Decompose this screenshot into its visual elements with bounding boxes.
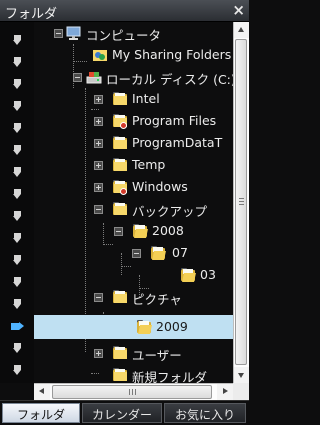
- tree-item-label: ピクチャ: [132, 292, 182, 307]
- vertical-scrollbar[interactable]: [233, 22, 249, 383]
- tree-item-my-sharing-folders[interactable]: My Sharing Folders: [34, 44, 233, 66]
- computer-icon: [66, 25, 82, 41]
- folder-tree[interactable]: コンピュータ My Sharing Folders ローカル ディスク (C:)…: [34, 22, 233, 383]
- row-marker-icon[interactable]: [13, 189, 22, 200]
- expand-icon[interactable]: [94, 161, 103, 170]
- row-marker-icon[interactable]: [13, 35, 22, 46]
- folder-icon: [112, 367, 128, 383]
- scroll-down-icon[interactable]: [234, 367, 249, 383]
- expand-icon[interactable]: [94, 117, 103, 126]
- tree-item-label: Program Files: [132, 113, 217, 128]
- tree-item-label: ユーザー: [132, 348, 182, 363]
- close-icon[interactable]: ×: [232, 1, 245, 19]
- tree-item-label: 03: [200, 267, 216, 282]
- folder-open-icon: [132, 223, 148, 239]
- tree-item-backup[interactable]: バックアップ: [34, 198, 233, 220]
- folder-icon: [112, 157, 128, 173]
- tree-item-label: ローカル ディスク (C:): [106, 72, 233, 87]
- horizontal-scrollbar[interactable]: [34, 383, 233, 400]
- folder-icon: [112, 91, 128, 107]
- tree-item-label: 2008: [152, 223, 184, 238]
- folder-restricted-icon: [112, 179, 128, 195]
- tree-item-label: 新規フォルダ: [132, 370, 208, 383]
- tree-item-label: バックアップ: [132, 204, 208, 219]
- row-marker-gutter: [0, 22, 34, 383]
- expand-icon[interactable]: [94, 349, 103, 358]
- row-marker-icon[interactable]: [13, 299, 22, 310]
- row-marker-icon[interactable]: [13, 101, 22, 112]
- folder-icon: [112, 135, 128, 151]
- tree-item-pictures[interactable]: ピクチャ: [34, 286, 233, 308]
- tree-item-label: ProgramDataT: [132, 135, 223, 150]
- row-marker-icon[interactable]: [13, 211, 22, 222]
- horizontal-scroll-thumb[interactable]: [52, 385, 212, 399]
- tree-item-2009[interactable]: 2009: [34, 315, 233, 339]
- tree-item-computer[interactable]: コンピュータ: [34, 22, 233, 44]
- tree-item-label: Temp: [132, 157, 166, 172]
- expand-icon[interactable]: [94, 95, 103, 104]
- panel-title: フォルダ: [5, 7, 58, 22]
- drive-icon: [86, 69, 102, 85]
- collapse-icon[interactable]: [54, 29, 63, 38]
- folder-restricted-icon: [112, 113, 128, 129]
- folder-open-icon: [180, 267, 196, 283]
- folder-open-icon: [150, 245, 166, 261]
- collapse-icon[interactable]: [94, 293, 103, 302]
- tree-item-07[interactable]: 07: [34, 242, 233, 264]
- tree-item-temp[interactable]: Temp: [34, 154, 233, 176]
- panel-tab-bar: フォルダ カレンダー お気に入り: [0, 400, 249, 425]
- tree-item-03[interactable]: 03: [34, 264, 233, 286]
- tree-item-intel[interactable]: Intel: [34, 88, 233, 110]
- tree-item-programdata[interactable]: ProgramDataT: [34, 132, 233, 154]
- tab-calendar[interactable]: カレンダー: [82, 403, 162, 423]
- tree-item-label: 2009: [156, 319, 188, 334]
- collapse-icon[interactable]: [132, 249, 141, 258]
- row-marker-icon[interactable]: [13, 145, 22, 156]
- tree-item-label: Windows: [132, 179, 188, 194]
- row-marker-icon[interactable]: [13, 277, 22, 288]
- tab-folder[interactable]: フォルダ: [2, 403, 80, 423]
- tree-item-program-files[interactable]: Program Files: [34, 110, 233, 132]
- row-marker-icon[interactable]: [13, 233, 22, 244]
- vertical-scroll-thumb[interactable]: [235, 39, 247, 365]
- tree-item-2008[interactable]: 2008: [34, 220, 233, 242]
- folder-icon: [112, 201, 128, 217]
- tree-item-label: Intel: [132, 91, 160, 106]
- tree-item-windows[interactable]: Windows: [34, 176, 233, 198]
- collapse-icon[interactable]: [114, 227, 123, 236]
- collapse-icon[interactable]: [73, 73, 82, 82]
- tab-favorites[interactable]: お気に入り: [164, 403, 246, 423]
- row-marker-icon[interactable]: [13, 365, 22, 376]
- tree-item-label: My Sharing Folders: [112, 47, 232, 62]
- expand-icon[interactable]: [94, 183, 103, 192]
- shared-folder-icon: [92, 47, 108, 63]
- row-marker-icon[interactable]: [13, 123, 22, 134]
- scroll-up-icon[interactable]: [234, 22, 249, 38]
- folder-open-icon: [136, 319, 152, 335]
- expand-icon[interactable]: [94, 139, 103, 148]
- tree-item-users[interactable]: ユーザー: [34, 342, 233, 364]
- row-marker-icon[interactable]: [13, 343, 22, 354]
- active-row-marker-icon[interactable]: [11, 321, 25, 332]
- scroll-right-icon[interactable]: [217, 384, 233, 400]
- row-marker-icon[interactable]: [13, 255, 22, 266]
- scrollbar-corner: [233, 383, 249, 400]
- scroll-left-icon[interactable]: [34, 384, 50, 400]
- tree-item-new-folder[interactable]: 新規フォルダ: [34, 364, 233, 383]
- folder-icon: [112, 345, 128, 361]
- panel-titlebar: フォルダ ×: [0, 0, 249, 22]
- collapse-icon[interactable]: [94, 205, 103, 214]
- tree-item-local-disk[interactable]: ローカル ディスク (C:): [34, 66, 233, 88]
- row-marker-icon[interactable]: [13, 79, 22, 90]
- row-marker-icon[interactable]: [13, 167, 22, 178]
- tree-item-label: コンピュータ: [86, 28, 162, 43]
- folder-icon: [112, 289, 128, 305]
- tree-item-label: 07: [172, 245, 188, 260]
- row-marker-icon[interactable]: [13, 57, 22, 68]
